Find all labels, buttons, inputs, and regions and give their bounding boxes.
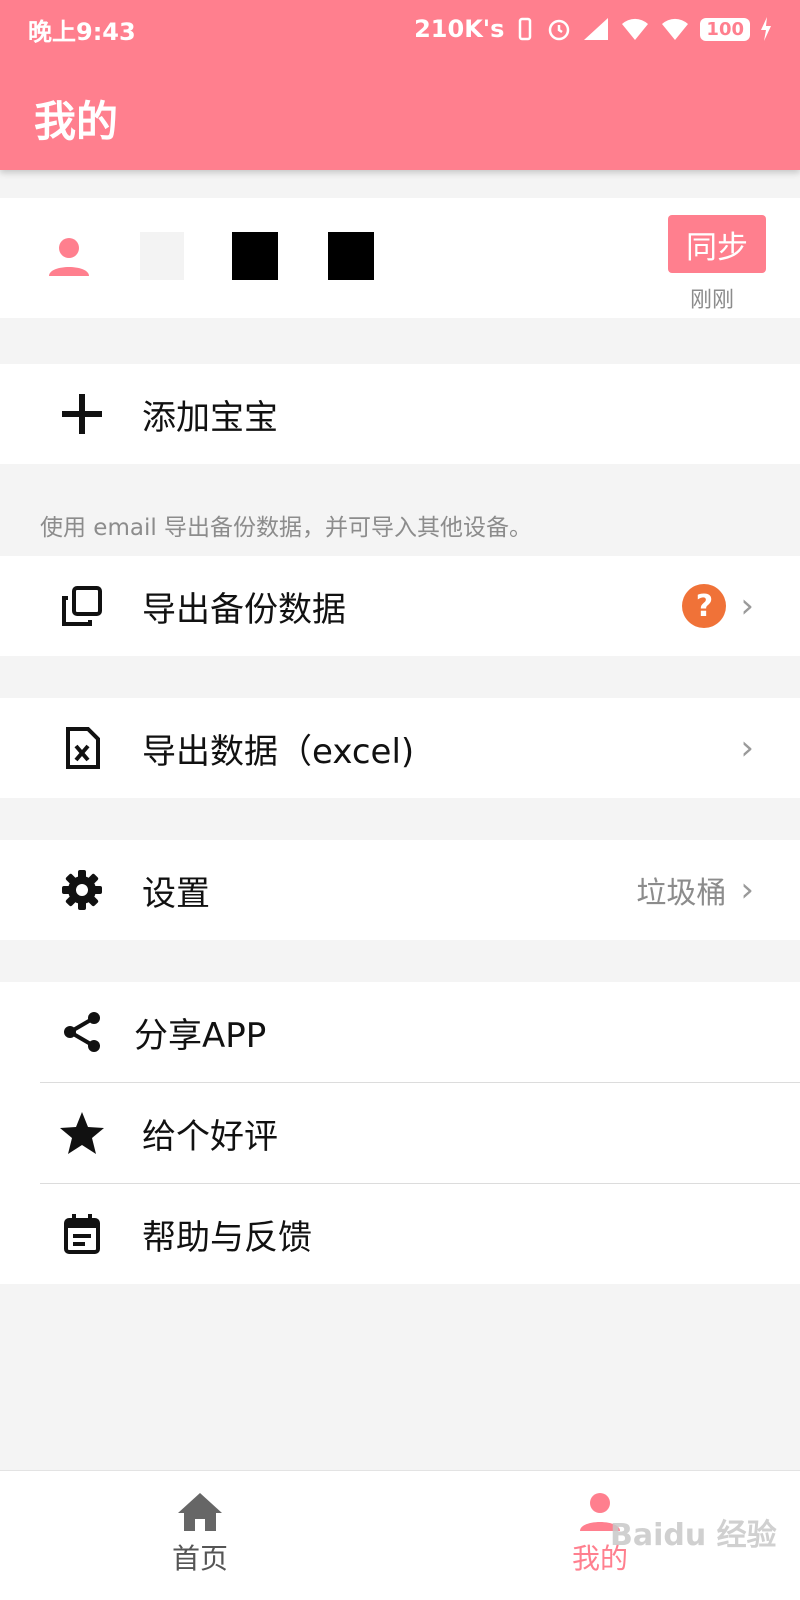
app-bar: 晚上9:43 210K's 100 我的 (0, 0, 800, 170)
avatar[interactable] (46, 236, 92, 282)
nav-home-label: 首页 (171, 1542, 228, 1575)
menu-item-label: 帮助与反馈 (142, 1217, 312, 1258)
menu-item-label: 分享APP (134, 1015, 267, 1056)
status-time: 晚上9:43 (28, 17, 136, 46)
gear-icon (54, 862, 110, 918)
status-icons: 210K's 100 (414, 15, 772, 43)
backup-hint: 使用 email 导出备份数据，并可导入其他设备。 (40, 515, 533, 541)
sync-button[interactable]: 同步 (668, 215, 766, 273)
export-backup-label: 导出备份数据 (142, 589, 346, 630)
person-icon (49, 238, 89, 276)
export-backup-row[interactable]: 导出备份数据 ? › (0, 556, 800, 656)
status-bar: 晚上9:43 210K's 100 (0, 0, 800, 58)
export-excel-card: 导出数据（excel) › (0, 698, 800, 798)
add-baby-card: 添加宝宝 (0, 364, 800, 464)
redacted-block-2 (232, 232, 278, 280)
settings-label: 设置 (142, 873, 210, 914)
home-icon (178, 1493, 222, 1531)
charging-icon (761, 17, 771, 41)
copy-icon (54, 578, 110, 634)
star-icon (54, 1105, 110, 1161)
trash-link[interactable]: 垃圾桶 (636, 868, 726, 912)
signal-icon (584, 18, 609, 40)
add-baby-row[interactable]: 添加宝宝 (0, 364, 800, 464)
sync-time: 刚刚 (690, 288, 735, 313)
share-icon (54, 1004, 110, 1060)
menu-item-label: 给个好评 (142, 1116, 278, 1157)
page-title: 我的 (34, 97, 119, 146)
redacted-block-1 (140, 232, 184, 280)
chevron-right-icon: › (740, 870, 754, 910)
alarm-icon (549, 19, 570, 41)
net-speed: 210K's (414, 15, 505, 43)
battery-level: 100 (700, 17, 750, 41)
user-card: 同步 刚刚 (0, 198, 800, 318)
menu-group: 分享APP 给个好评 帮助与反馈 (0, 982, 800, 1284)
settings-row[interactable]: 设置 垃圾桶 › (0, 840, 800, 940)
add-baby-label: 添加宝宝 (142, 397, 278, 438)
export-excel-label: 导出数据（excel) (142, 731, 415, 772)
menu-item-feedback[interactable]: 帮助与反馈 (0, 1184, 800, 1284)
nav-home[interactable]: 首页 (0, 1471, 400, 1600)
wifi-icon-2 (662, 18, 689, 40)
settings-card: 设置 垃圾桶 › (0, 840, 800, 940)
redacted-block-3 (328, 232, 374, 280)
menu-item-share[interactable]: 分享APP (0, 982, 800, 1082)
excel-file-icon (54, 720, 110, 776)
help-icon[interactable]: ? (682, 584, 727, 628)
watermark: Baidu 经验 (610, 1518, 777, 1553)
menu-item-rate[interactable]: 给个好评 (0, 1083, 800, 1183)
export-backup-card: 导出备份数据 ? › (0, 556, 800, 656)
feedback-icon (54, 1206, 110, 1262)
chevron-right-icon: › (740, 586, 754, 626)
wifi-icon (622, 18, 649, 40)
plus-icon (54, 386, 110, 442)
vibrate-icon (519, 17, 532, 41)
chevron-right-icon: › (740, 728, 754, 768)
export-excel-row[interactable]: 导出数据（excel) › (0, 698, 800, 798)
